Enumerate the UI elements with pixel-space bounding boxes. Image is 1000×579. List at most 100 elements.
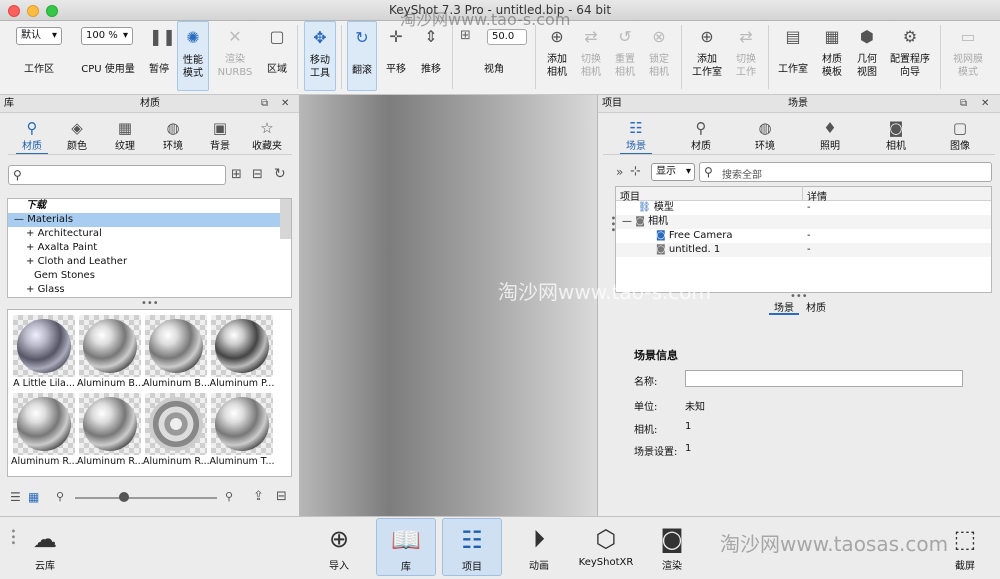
studio-button[interactable]: ▤ 工作室 <box>774 21 812 91</box>
tree-item-gem-stones[interactable]: Gem Stones <box>8 269 291 283</box>
tab-image[interactable]: ▢ 图像 <box>940 119 980 152</box>
tab-lighting[interactable]: ♦ 照明 <box>810 119 850 152</box>
region-button[interactable]: ▢ 区域 <box>262 21 292 91</box>
cpu-usage-label: CPU 使用量 <box>81 64 135 75</box>
tree-row-model[interactable]: ⛓ 模型 - <box>616 201 991 215</box>
animation-button[interactable]: ⏵ 动画 <box>509 518 569 576</box>
thumbnail-size-slider[interactable] <box>75 497 217 499</box>
close-icon[interactable]: ✕ <box>281 95 289 113</box>
keyshotxr-button[interactable]: ⬡ KeyShotXR <box>574 518 638 576</box>
toolbar-divider <box>940 25 941 89</box>
grid-view-icon[interactable]: ▦ <box>28 490 39 504</box>
close-icon[interactable]: ✕ <box>981 95 989 113</box>
scene-tree-header: 项目 详情 <box>616 186 991 203</box>
material-thumb[interactable] <box>211 315 273 377</box>
tree-scrollbar[interactable] <box>280 199 291 239</box>
switch-camera-button[interactable]: ⇄ 切换 相机 <box>575 21 607 91</box>
project-subtitle: 场景 <box>788 98 808 109</box>
material-thumb[interactable] <box>13 315 75 377</box>
tree-item-materials[interactable]: — Materials <box>8 213 291 227</box>
material-thumb[interactable] <box>211 393 273 455</box>
move-tool-button[interactable]: ✥ 移动 工具 <box>304 21 336 91</box>
tree-item-architectural[interactable]: + Architectural <box>8 227 291 241</box>
cloud-library-button[interactable]: ☁ 云库 <box>15 518 75 576</box>
dolly-icon: ⇕ <box>424 27 438 46</box>
upload-icon[interactable]: ⇪ <box>253 489 264 504</box>
zoom-out-icon[interactable]: ⚲ <box>56 490 64 503</box>
pause-button[interactable]: ❚❚ 暂停 <box>144 21 176 91</box>
minimize-window-button[interactable] <box>27 5 39 17</box>
performance-mode-button[interactable]: ✺ 性能 模式 <box>177 21 209 91</box>
zoom-window-button[interactable] <box>46 5 58 17</box>
geometry-view-button[interactable]: ⬢ 几何 视图 <box>851 21 883 91</box>
add-camera-button[interactable]: ⊕ 添加 相机 <box>541 21 573 91</box>
render-viewport[interactable] <box>300 95 597 516</box>
search-icon: ⚲ <box>704 165 713 179</box>
pan-button[interactable]: ✛ 平移 <box>381 21 411 91</box>
tab-scene[interactable]: ☷ 场景 <box>616 119 656 155</box>
material-thumb[interactable] <box>79 315 141 377</box>
render-button[interactable]: ◙ 渲染 <box>642 518 702 576</box>
switch-studio-button[interactable]: ⇄ 切换 工作 <box>730 21 762 91</box>
material-thumb[interactable] <box>145 393 207 455</box>
side-handle[interactable]: ••• <box>607 215 618 233</box>
subtab-material[interactable]: 材质 <box>801 299 831 314</box>
tree-row-untitled-camera[interactable]: ◙ untitled. 1 - <box>616 243 991 257</box>
render-nurbs-button[interactable]: ✕ 渲染 NURBS <box>214 21 256 91</box>
camera-icon: ◙ <box>656 244 666 255</box>
config-wizard-button[interactable]: ⚙ 配置程序 向导 <box>886 21 934 91</box>
add-studio-button[interactable]: ⊕ 添加 工作室 <box>687 21 727 91</box>
tab-environment[interactable]: ◍ 环境 <box>745 119 785 152</box>
studio-icon: ▤ <box>785 27 801 46</box>
tab-favorites[interactable]: ☆ 收藏夹 <box>247 119 287 152</box>
project-search-input[interactable]: ⚲ 搜索全部 <box>699 162 992 182</box>
splitter[interactable] <box>299 95 300 516</box>
tab-environments[interactable]: ◍ 环境 <box>153 119 193 152</box>
zoom-in-icon[interactable]: ⚲ <box>225 490 233 503</box>
tab-camera[interactable]: ◙ 相机 <box>876 119 916 152</box>
add-folder-icon[interactable]: ⊞ <box>231 167 242 182</box>
material-thumb[interactable] <box>145 315 207 377</box>
tab-backgrounds[interactable]: ▣ 背景 <box>200 119 240 152</box>
material-thumb[interactable] <box>13 393 75 455</box>
tree-row-cameras[interactable]: — ◙ 相机 <box>616 215 991 229</box>
tab-materials[interactable]: ⚲ 材质 <box>681 119 721 152</box>
show-dropdown[interactable]: 显示 ▾ <box>651 163 695 181</box>
import-folder-icon[interactable]: ⊟ <box>252 167 263 182</box>
project-button[interactable]: ☷ 项目 <box>442 518 502 576</box>
tree-item-axalta-paint[interactable]: + Axalta Paint <box>8 241 291 255</box>
tab-materials[interactable]: ⚲ 材质 <box>12 119 52 155</box>
close-window-button[interactable] <box>8 5 20 17</box>
undock-icon[interactable]: ⧉ <box>261 95 268 113</box>
refresh-icon[interactable]: ↻ <box>274 166 286 182</box>
slider-handle[interactable] <box>119 492 129 502</box>
library-button[interactable]: 📖 库 <box>376 518 436 576</box>
viewer-mode-button[interactable]: ▭ 视网膜 模式 <box>948 21 988 91</box>
material-template-button[interactable]: ▦ 材质 模板 <box>816 21 848 91</box>
scene-name-input[interactable] <box>685 370 963 387</box>
reset-camera-button[interactable]: ↺ 重置 相机 <box>609 21 641 91</box>
library-search-input[interactable]: ⚲ <box>8 165 226 185</box>
camera-count-value: 1 <box>685 421 692 432</box>
tree-item-cloth-leather[interactable]: + Cloth and Leather <box>8 255 291 269</box>
undock-icon[interactable]: ⧉ <box>960 95 967 113</box>
tumble-button[interactable]: ↻ 翻滚 <box>347 21 377 91</box>
material-icon: ⚲ <box>26 119 38 137</box>
library-header: 库 材质 ⧉ ✕ <box>0 95 299 113</box>
dolly-button[interactable]: ⇕ 推移 <box>415 21 447 91</box>
watermark: 淘沙网www.tao-s.com <box>498 280 712 304</box>
expand-icon[interactable]: » <box>616 165 623 179</box>
tree-item-glass[interactable]: + Glass <box>8 283 291 297</box>
subtab-scene[interactable]: 场景 <box>769 299 799 315</box>
import-button[interactable]: ⊕ 导入 <box>309 518 369 576</box>
splitter-handle[interactable]: ••• <box>141 298 159 309</box>
tab-textures[interactable]: ▦ 纹理 <box>105 119 145 152</box>
folder-icon[interactable]: ⊟ <box>276 489 287 504</box>
tree-item-downloads[interactable]: 下载 <box>8 199 291 213</box>
material-thumb[interactable] <box>79 393 141 455</box>
list-view-icon[interactable]: ☰ <box>10 490 21 504</box>
tab-colors[interactable]: ◈ 颜色 <box>57 119 97 152</box>
add-icon[interactable]: ⊹ <box>630 164 641 179</box>
lock-camera-button[interactable]: ⊗ 锁定 相机 <box>643 21 675 91</box>
tree-row-free-camera[interactable]: ◙ Free Camera - <box>616 229 991 243</box>
